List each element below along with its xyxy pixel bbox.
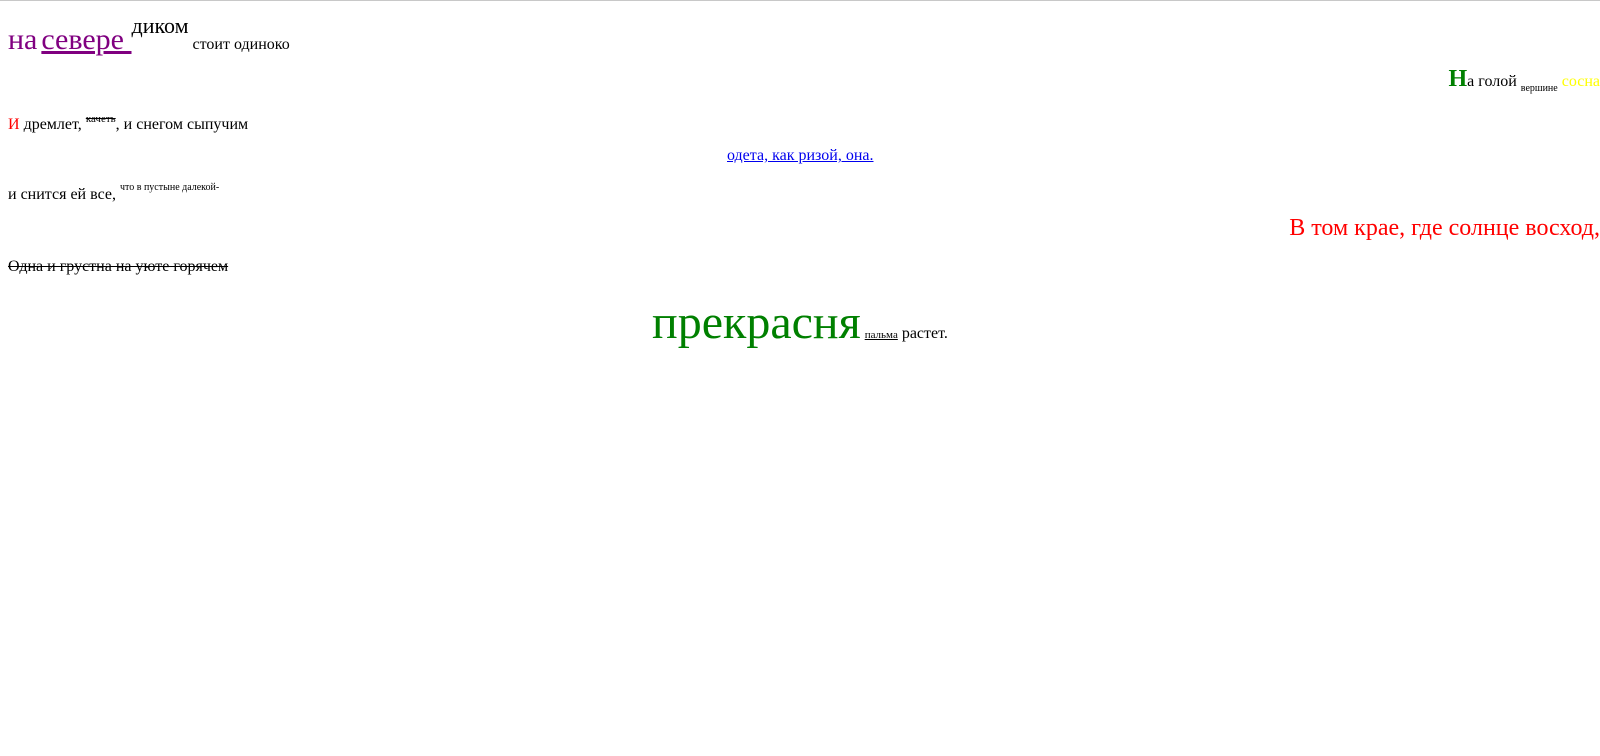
poem-line-8: прекрасня пальма растет. — [652, 295, 948, 350]
text-sosna: сосна — [1557, 73, 1600, 90]
text-snegom: , и снегом сыпучим — [115, 116, 249, 133]
text-stoit-odinoko: стоит одиноко — [188, 36, 290, 53]
word-na: на — [8, 23, 38, 56]
link-odeta[interactable]: одета, как ризой, она. — [727, 147, 874, 164]
poem-line-2: На голой вершине сосна — [1449, 66, 1600, 94]
sup-pustyne: что в пустыне далекой- — [119, 182, 220, 193]
text-snitsya: и снится ей все, — [8, 186, 120, 203]
sub-vershine: вершине — [1520, 83, 1558, 94]
strike-kachat: качеть — [85, 113, 116, 125]
text-v-tom-krae: В том крае, где солнце восход, — [1289, 215, 1600, 241]
link-severe[interactable]: севере — [41, 23, 131, 56]
big-letter-n: Н — [1448, 66, 1468, 92]
poem-line-1: на севере диком стоит одиноко — [8, 13, 290, 57]
text-odna-grustna: Одна и грустна на уюте горячем — [8, 258, 229, 275]
text-dremlet: дремлет, — [19, 116, 86, 133]
big-word-prekrasnya: прекрасня — [652, 296, 861, 349]
poem-line-4: одета, как ризой, она. — [727, 147, 874, 165]
text-a-goloy: а голой — [1467, 73, 1521, 90]
small-word-palma: пальма — [864, 329, 898, 341]
text-rastet: растет. — [897, 325, 948, 342]
poem-line-3: И дремлет, качеть, и снегом сыпучим — [8, 113, 248, 134]
red-letter-i: И — [8, 116, 20, 133]
sup-dikom: диком — [131, 13, 189, 38]
top-border — [0, 0, 1600, 1]
poem-line-6: В том крае, где солнце восход, — [1289, 215, 1600, 242]
poem-line-5: и снится ей все, что в пустыне далекой- — [8, 182, 219, 204]
poem-line-7: Одна и грустна на уюте горячем — [8, 258, 228, 276]
